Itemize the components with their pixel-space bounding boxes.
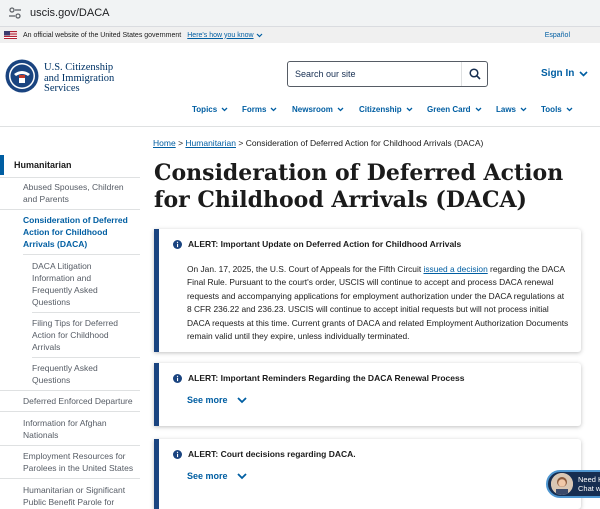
search-icon xyxy=(468,68,481,80)
sidebar-heading-humanitarian[interactable]: Humanitarian xyxy=(0,155,140,175)
breadcrumb-humanitarian[interactable]: Humanitarian xyxy=(185,138,236,148)
alert-renewal-reminders: ALERT: Important Reminders Regarding the… xyxy=(154,363,581,426)
us-flag-icon xyxy=(4,31,17,39)
search-button[interactable] xyxy=(461,62,487,86)
issued-decision-link[interactable]: issued a decision xyxy=(423,264,487,274)
chevron-down-icon xyxy=(566,107,573,112)
sidebar-item-afghan-nationals[interactable]: Information for Afghan Nationals xyxy=(0,417,140,441)
divider xyxy=(32,312,140,313)
chevron-down-icon xyxy=(270,107,277,112)
alert-important-update: ALERT: Important Update on Deferred Acti… xyxy=(154,229,581,352)
divider xyxy=(0,445,140,446)
sidebar-item-humanitarian-parole[interactable]: Humanitarian or Significant Public Benef… xyxy=(0,484,140,508)
nav-forms[interactable]: Forms xyxy=(242,105,277,114)
chevron-down-icon xyxy=(236,472,247,479)
chat-agent-avatar xyxy=(551,473,573,495)
sidebar-item-abused-spouses[interactable]: Abused Spouses, Children and Parents xyxy=(0,181,140,205)
divider xyxy=(32,357,140,358)
nav-green-card[interactable]: Green Card xyxy=(427,105,482,114)
divider xyxy=(23,254,140,255)
breadcrumb-separator: > xyxy=(238,138,244,148)
gov-banner-text: An official website of the United States… xyxy=(23,31,182,39)
browser-url-bar[interactable]: uscis.gov/DACA xyxy=(0,0,600,27)
alert-heading: ALERT: Court decisions regarding DACA. xyxy=(173,449,356,459)
nav-tools[interactable]: Tools xyxy=(541,105,573,114)
divider xyxy=(0,478,140,479)
info-icon xyxy=(173,373,182,383)
chat-widget-text: Need H Chat w xyxy=(578,475,600,493)
uscis-seal-logo[interactable] xyxy=(5,59,39,93)
chat-widget-button[interactable]: Need H Chat w xyxy=(546,470,600,498)
chevron-down-icon xyxy=(579,70,588,77)
chevron-down-icon xyxy=(221,107,228,112)
info-icon xyxy=(173,449,182,459)
alert-heading: ALERT: Important Reminders Regarding the… xyxy=(173,373,464,383)
chevron-down-icon xyxy=(256,33,262,37)
how-you-know-link[interactable]: Here's how you know xyxy=(187,32,262,39)
alert-court-decisions: ALERT: Court decisions regarding DACA. S… xyxy=(154,439,581,509)
divider xyxy=(0,411,140,412)
nav-citizenship[interactable]: Citizenship xyxy=(359,105,413,114)
nav-laws[interactable]: Laws xyxy=(496,105,527,114)
sidebar-item-filing-tips[interactable]: Filing Tips for Deferred Action for Chil… xyxy=(0,317,140,353)
sidebar-item-daca[interactable]: Consideration of Deferred Action for Chi… xyxy=(0,214,140,250)
alert-body: On Jan. 17, 2025, the U.S. Court of Appe… xyxy=(187,264,569,342)
gov-banner: An official website of the United States… xyxy=(0,27,600,43)
page-title: Consideration of Deferred Action for Chi… xyxy=(154,160,564,213)
site-header: U.S. Citizenship and Immigration Service… xyxy=(0,43,600,127)
divider xyxy=(0,209,140,210)
search-input[interactable]: Search our site xyxy=(288,69,461,79)
chevron-down-icon xyxy=(475,107,482,112)
breadcrumb: Home > Humanitarian > Consideration of D… xyxy=(153,138,483,148)
info-icon xyxy=(173,239,182,249)
chevron-down-icon xyxy=(236,396,247,403)
sign-in-button[interactable]: Sign In xyxy=(541,68,588,79)
nav-topics[interactable]: Topics xyxy=(192,105,228,114)
see-more-button[interactable]: See more xyxy=(187,395,247,405)
agency-name[interactable]: U.S. Citizenship and Immigration Service… xyxy=(44,62,144,95)
see-more-button[interactable]: See more xyxy=(187,471,247,481)
sidebar-item-daca-litigation[interactable]: DACA Litigation Information and Frequent… xyxy=(0,260,140,308)
espanol-link[interactable]: Español xyxy=(545,32,570,39)
divider xyxy=(0,390,140,391)
breadcrumb-home[interactable]: Home xyxy=(153,138,176,148)
sidebar-item-deferred-enforced-departure[interactable]: Deferred Enforced Departure xyxy=(0,395,140,407)
search-box[interactable]: Search our site xyxy=(287,61,488,87)
sidebar-item-faq[interactable]: Frequently Asked Questions xyxy=(0,362,140,386)
site-settings-icon[interactable] xyxy=(8,6,22,20)
divider xyxy=(0,177,140,178)
breadcrumb-separator: > xyxy=(178,138,184,148)
alert-heading: ALERT: Important Update on Deferred Acti… xyxy=(173,239,461,249)
url-text[interactable]: uscis.gov/DACA xyxy=(30,7,109,19)
chevron-down-icon xyxy=(406,107,413,112)
breadcrumb-current: Consideration of Deferred Action for Chi… xyxy=(245,138,484,148)
chevron-down-icon xyxy=(337,107,344,112)
nav-newsroom[interactable]: Newsroom xyxy=(292,105,344,114)
sidebar-item-employment-resources[interactable]: Employment Resources for Parolees in the… xyxy=(0,450,140,474)
main-nav: Topics Forms Newsroom Citizenship Green … xyxy=(0,105,600,121)
chevron-down-icon xyxy=(520,107,527,112)
